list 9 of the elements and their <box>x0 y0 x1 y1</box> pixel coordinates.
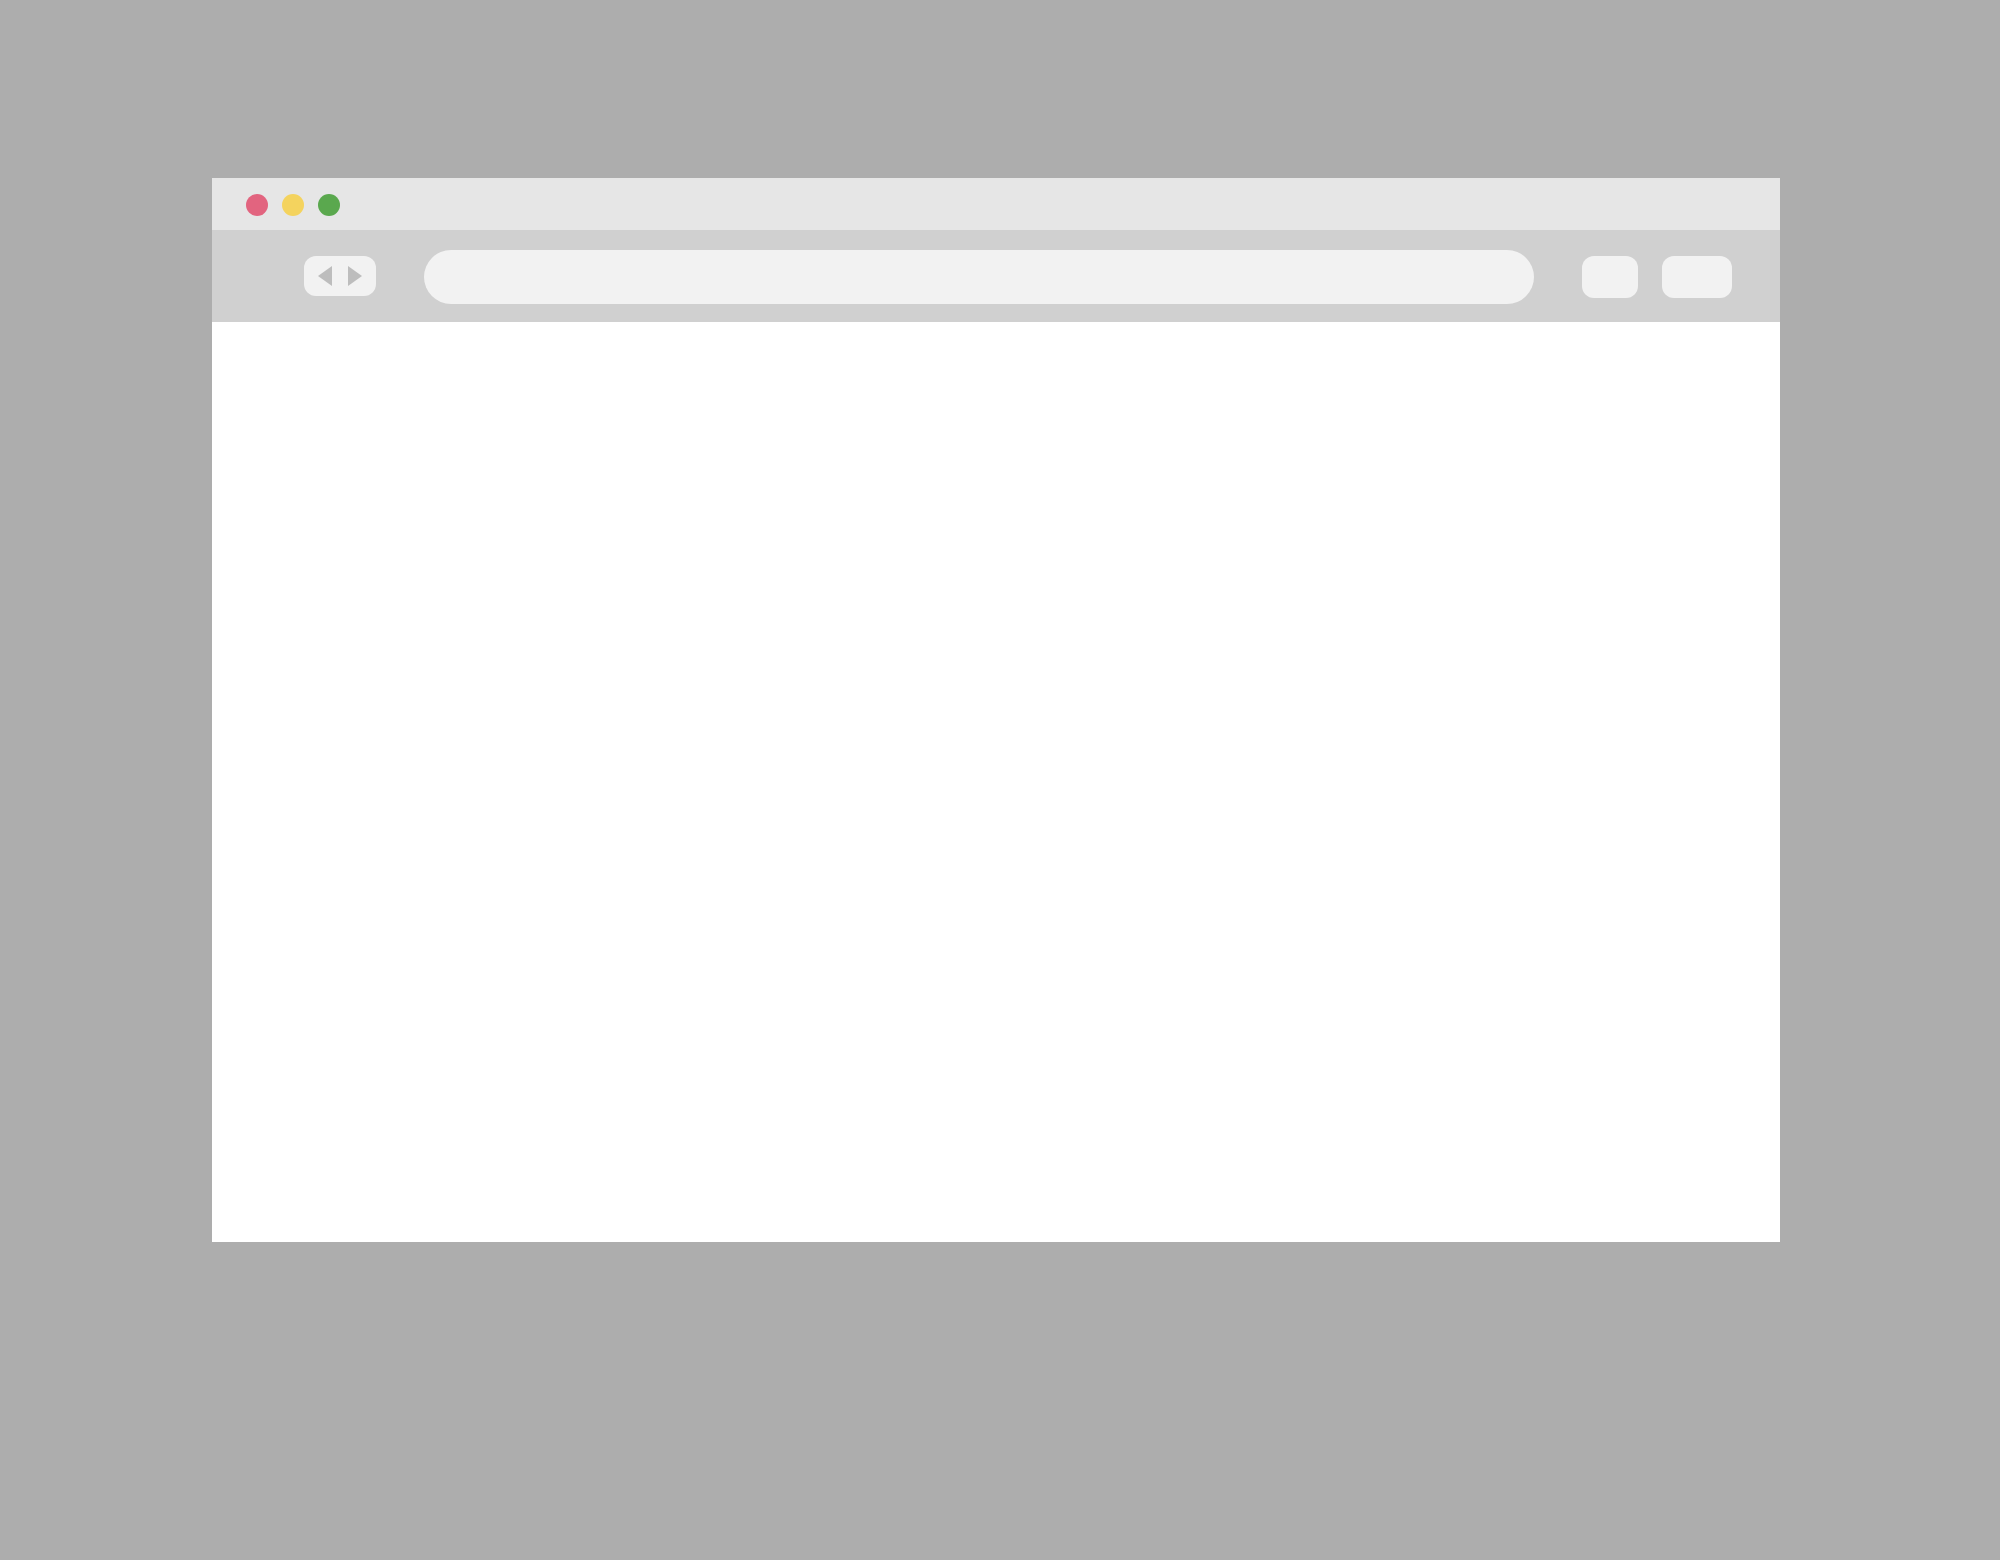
toolbar-button[interactable] <box>1582 255 1639 297</box>
toolbar-button[interactable] <box>1662 255 1732 297</box>
window-control-button[interactable] <box>318 193 340 215</box>
forward-icon <box>347 266 362 286</box>
window-control-button[interactable] <box>246 193 268 215</box>
address-bar[interactable] <box>423 249 1535 303</box>
back-icon <box>317 266 332 286</box>
navigation-button[interactable] <box>304 256 376 296</box>
window-control-button[interactable] <box>282 193 304 215</box>
